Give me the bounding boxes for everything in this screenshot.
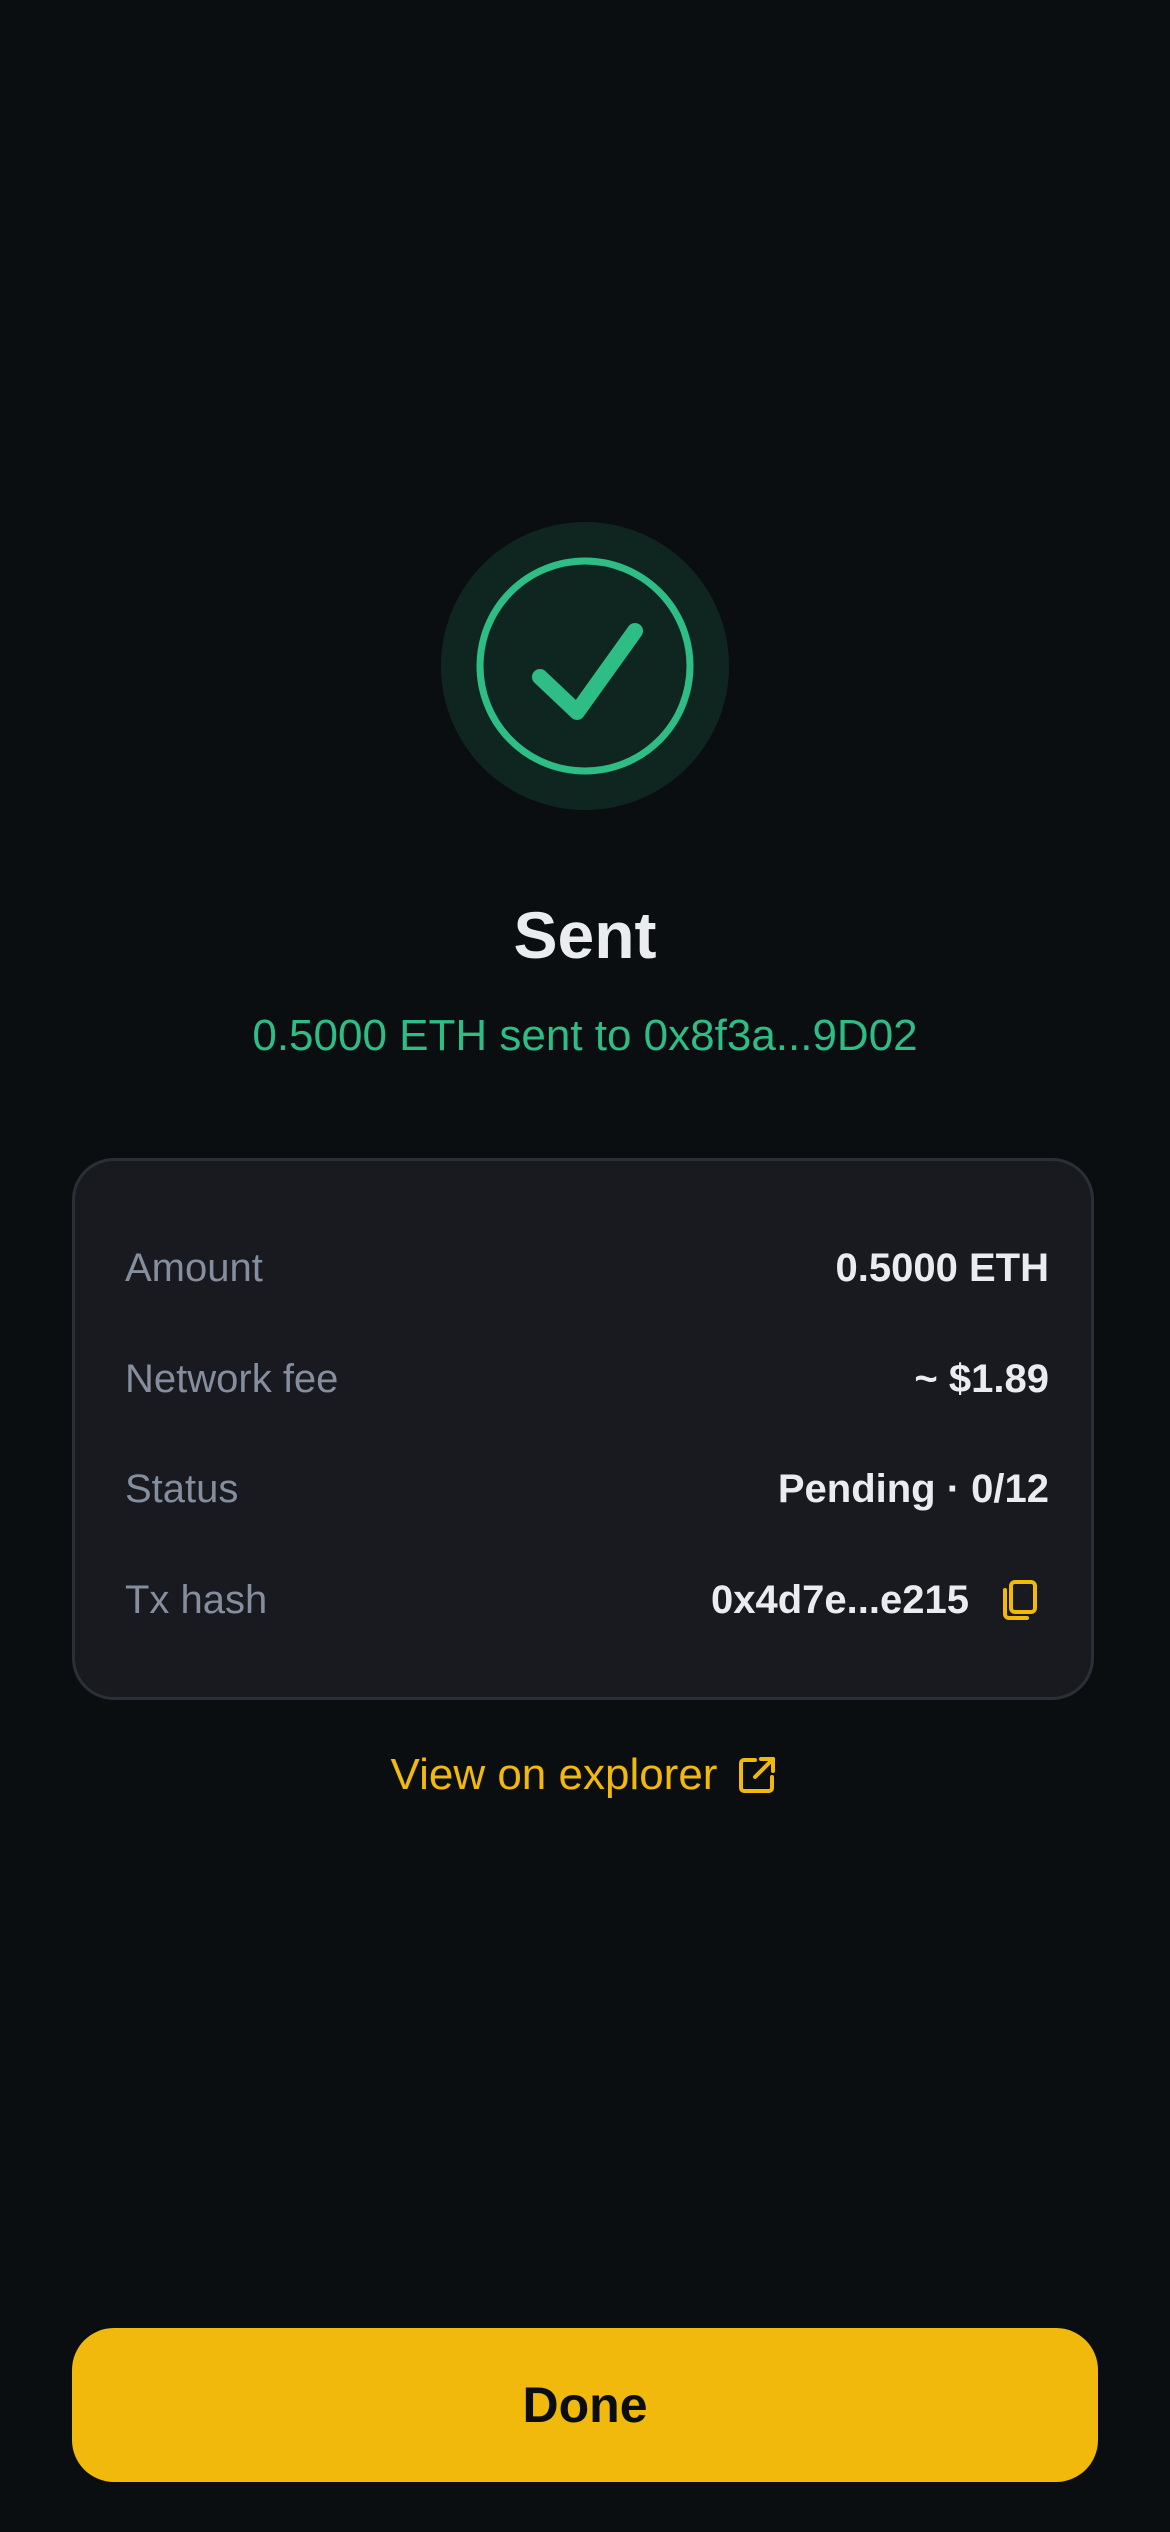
- status-value: Pending · 0/12: [777, 1467, 1049, 1511]
- detail-row-tx-hash: Tx hash 0x4d7e...e215: [125, 1570, 1049, 1630]
- sent-summary: 0.5000 ETH sent to 0x8f3a...9D02: [252, 1011, 918, 1060]
- view-on-explorer-link[interactable]: View on explorer: [0, 1745, 1170, 1805]
- done-button[interactable]: Done: [72, 2328, 1098, 2482]
- page-title: Sent: [513, 898, 657, 972]
- explorer-link-label: View on explorer: [390, 1750, 718, 1799]
- check-circle-icon: [476, 557, 694, 775]
- transaction-details-card: Amount 0.5000 ETH Network fee ~ $1.89 St…: [72, 1158, 1094, 1700]
- tx-hash-label: Tx hash: [125, 1578, 268, 1622]
- copy-icon[interactable]: [997, 1578, 1041, 1622]
- amount-value: 0.5000 ETH: [835, 1246, 1049, 1290]
- detail-row-status: Status Pending · 0/12: [125, 1459, 1049, 1519]
- success-badge: [441, 522, 729, 810]
- network-fee-label: Network fee: [125, 1357, 339, 1401]
- network-fee-value: ~ $1.89: [914, 1357, 1049, 1401]
- external-link-icon: [739, 1757, 776, 1793]
- tx-hash-value: 0x4d7e...e215: [711, 1578, 969, 1622]
- detail-row-network-fee: Network fee ~ $1.89: [125, 1349, 1049, 1409]
- amount-label: Amount: [125, 1246, 263, 1290]
- status-label: Status: [125, 1467, 239, 1511]
- detail-row-amount: Amount 0.5000 ETH: [125, 1238, 1049, 1298]
